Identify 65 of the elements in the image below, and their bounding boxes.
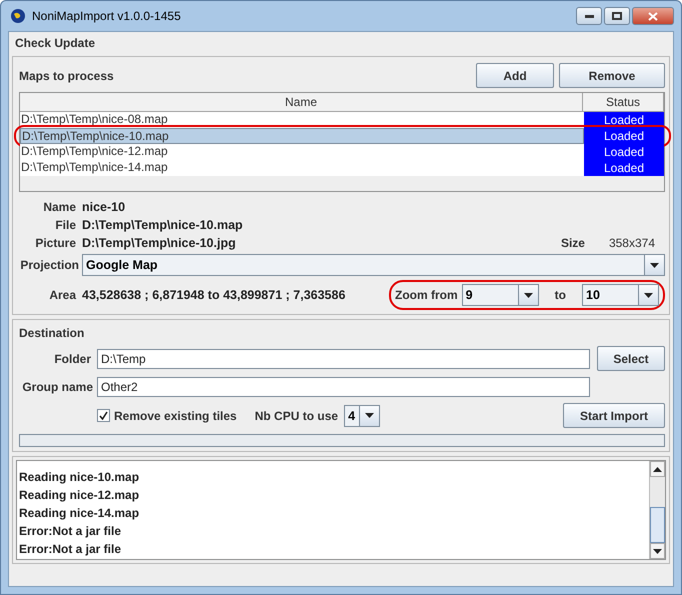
section-title: Destination <box>19 326 86 340</box>
table-row[interactable]: D:\Temp\Temp\nice-14.map Loaded <box>20 160 664 176</box>
close-button[interactable] <box>632 7 674 25</box>
checkmark-icon <box>99 411 108 420</box>
scroll-thumb[interactable] <box>650 507 665 543</box>
zoom-to-dropdown[interactable]: 10 <box>582 284 659 306</box>
field-value: 358x374 <box>608 236 655 250</box>
field-label: Size <box>560 236 586 250</box>
start-import-button[interactable]: Start Import <box>563 403 665 428</box>
field-label: Folder <box>53 352 92 366</box>
up-arrow-icon <box>653 466 662 472</box>
field-label: Picture <box>34 236 77 250</box>
field-label: Nb CPU to use <box>254 408 340 422</box>
minimize-button[interactable] <box>576 7 602 25</box>
field-value: D:\Temp\Temp\nice-10.map <box>82 218 243 232</box>
column-header[interactable]: Name <box>20 93 583 112</box>
field-label: Group name <box>21 380 94 394</box>
table-cell: D:\Temp\Temp\nice-08.map <box>20 112 584 128</box>
column-header[interactable]: Status <box>583 93 664 112</box>
log-line: Reading nice-10.map <box>19 469 140 486</box>
status-cell: Loaded <box>584 160 664 176</box>
field-value: nice-10 <box>82 200 126 214</box>
status-cell: Loaded <box>584 144 664 160</box>
select-button[interactable]: Select <box>597 346 665 371</box>
field-value: 43,528638 ; 6,871948 to 43,899871 ; 7,363586 <box>82 288 346 302</box>
menu-item[interactable]: Check Update <box>15 36 96 50</box>
log-line: Reading nice-12.map <box>19 487 140 504</box>
dropdown-arrow-icon <box>650 262 659 268</box>
field-label: Area <box>48 288 78 302</box>
field-value: D:\Temp\Temp\nice-10.jpg <box>82 236 236 250</box>
scrollbar[interactable] <box>649 461 665 559</box>
globe-icon <box>10 8 26 24</box>
log-line: Error:Not a jar file <box>19 541 122 558</box>
scroll-down-button[interactable] <box>650 543 665 559</box>
table-row[interactable]: D:\Temp\Temp\nice-12.map Loaded <box>20 144 664 160</box>
close-icon <box>648 12 658 20</box>
table-cell: D:\Temp\Temp\nice-10.map <box>20 128 584 144</box>
dropdown-arrow-icon <box>524 292 533 298</box>
field-label: Zoom from <box>395 288 458 302</box>
minimize-icon <box>584 14 594 18</box>
status-cell: Loaded <box>584 128 664 144</box>
field-label: Name <box>42 200 77 214</box>
checkbox[interactable] <box>97 409 110 422</box>
field-label: to <box>554 288 567 302</box>
remove-button[interactable]: Remove <box>559 63 665 88</box>
section-title: Maps to process <box>19 68 114 82</box>
checkbox-label: Remove existing tiles <box>114 408 238 422</box>
log-line: Reading nice-14.map <box>19 505 140 522</box>
table-cell: D:\Temp\Temp\nice-14.map <box>20 160 584 176</box>
add-button[interactable]: Add <box>476 63 554 88</box>
dropdown-arrow-icon <box>644 292 653 298</box>
zoom-from-dropdown[interactable]: 9 <box>462 284 539 306</box>
maximize-button[interactable] <box>604 7 630 25</box>
projection-dropdown[interactable]: Google Map <box>82 254 665 276</box>
cpu-dropdown[interactable]: 4 <box>344 404 380 426</box>
dropdown-arrow-icon <box>365 413 374 418</box>
group-name-field[interactable]: Other2 <box>97 377 590 397</box>
dropdown-arrow-icon <box>653 548 662 554</box>
scroll-up-button[interactable] <box>650 461 665 477</box>
maximize-icon <box>612 12 622 20</box>
field-label: Projection <box>19 258 80 272</box>
field-label: File <box>54 218 77 232</box>
window-title: NoniMapImport v1.0.0-1455 <box>32 9 181 23</box>
log-line: Error:Not a jar file <box>19 523 122 540</box>
folder-field[interactable]: D:\Temp <box>97 348 590 368</box>
